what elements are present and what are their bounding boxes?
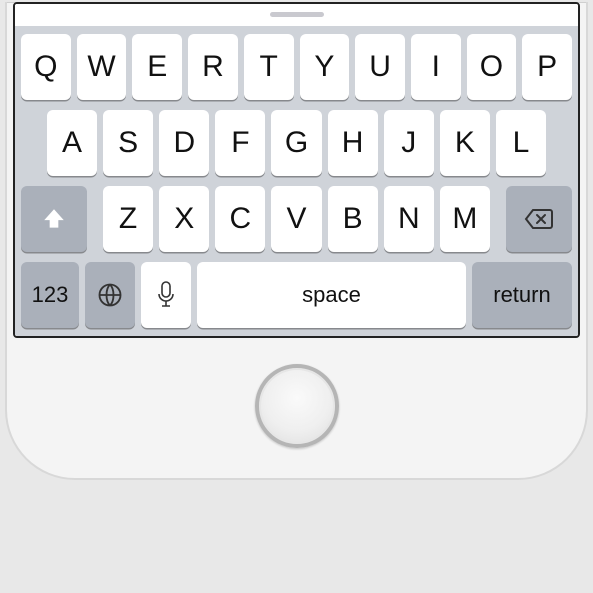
key-h[interactable]: H <box>328 110 378 176</box>
drag-handle-icon[interactable] <box>270 12 324 17</box>
key-g[interactable]: G <box>271 110 321 176</box>
key-k[interactable]: K <box>440 110 490 176</box>
keyboard-row-2: A S D F G H J K L <box>21 110 572 176</box>
shift-icon <box>41 206 67 232</box>
key-e[interactable]: E <box>132 34 182 100</box>
globe-icon <box>96 281 124 309</box>
key-p[interactable]: P <box>522 34 572 100</box>
keyboard-row-1: Q W E R T Y U I O P <box>21 34 572 100</box>
home-button-area <box>13 338 580 448</box>
key-m[interactable]: M <box>440 186 490 252</box>
key-s[interactable]: S <box>103 110 153 176</box>
key-x[interactable]: X <box>159 186 209 252</box>
key-r[interactable]: R <box>188 34 238 100</box>
globe-key[interactable] <box>85 262 135 328</box>
key-o[interactable]: O <box>467 34 517 100</box>
key-y[interactable]: Y <box>300 34 350 100</box>
shift-key[interactable] <box>21 186 87 252</box>
dictation-key[interactable] <box>141 262 191 328</box>
key-b[interactable]: B <box>328 186 378 252</box>
app-sheet-top <box>15 4 578 26</box>
ios-keyboard: Q W E R T Y U I O P A S D F G H J K L <box>15 26 578 336</box>
key-d[interactable]: D <box>159 110 209 176</box>
iphone-body: Q W E R T Y U I O P A S D F G H J K L <box>5 2 588 480</box>
home-button[interactable] <box>255 364 339 448</box>
key-t[interactable]: T <box>244 34 294 100</box>
key-i[interactable]: I <box>411 34 461 100</box>
microphone-icon <box>156 280 176 310</box>
key-n[interactable]: N <box>384 186 434 252</box>
key-z[interactable]: Z <box>103 186 153 252</box>
key-f[interactable]: F <box>215 110 265 176</box>
key-u[interactable]: U <box>355 34 405 100</box>
keyboard-row-4: 123 <box>21 262 572 328</box>
key-a[interactable]: A <box>47 110 97 176</box>
backspace-key[interactable] <box>506 186 572 252</box>
key-j[interactable]: J <box>384 110 434 176</box>
numbers-key[interactable]: 123 <box>21 262 79 328</box>
key-v[interactable]: V <box>271 186 321 252</box>
return-key[interactable]: return <box>472 262 572 328</box>
key-q[interactable]: Q <box>21 34 71 100</box>
keyboard-row-3: Z X C V B N M <box>21 186 572 252</box>
keyboard-row-3-letters: Z X C V B N M <box>93 186 500 252</box>
backspace-icon <box>524 207 554 231</box>
key-c[interactable]: C <box>215 186 265 252</box>
screen: Q W E R T Y U I O P A S D F G H J K L <box>13 2 580 338</box>
key-w[interactable]: W <box>77 34 127 100</box>
space-key[interactable]: space <box>197 262 466 328</box>
key-l[interactable]: L <box>496 110 546 176</box>
